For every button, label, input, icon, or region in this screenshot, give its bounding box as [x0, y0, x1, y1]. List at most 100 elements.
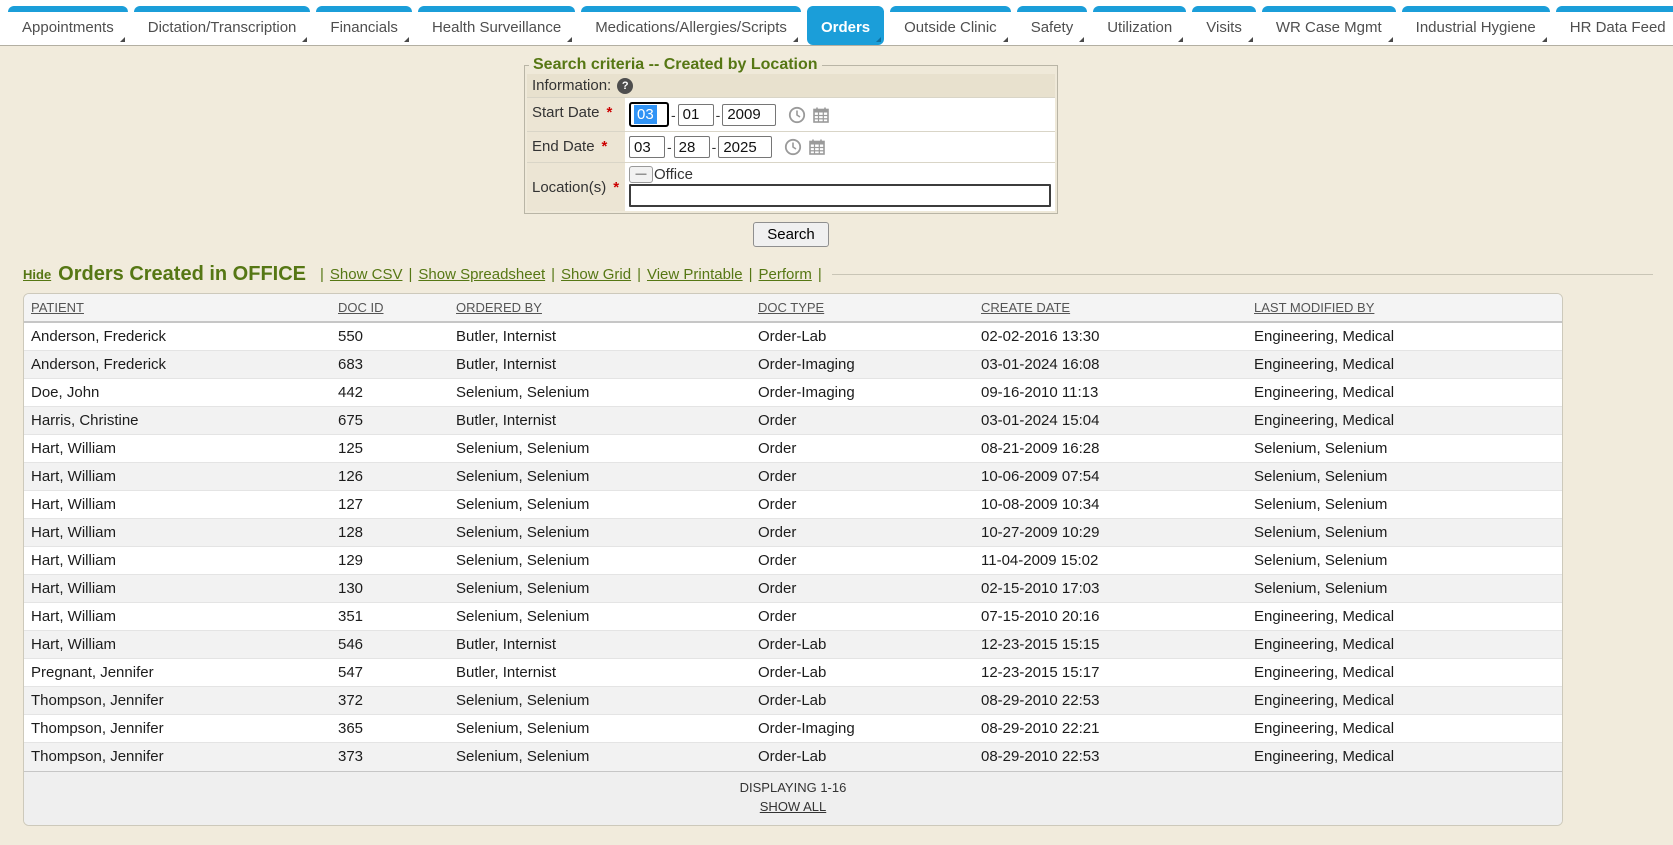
tab-appointments[interactable]: Appointments: [8, 6, 128, 45]
show-grid-link[interactable]: Show Grid: [561, 266, 631, 283]
start-date-label-cell: Start Date *: [527, 98, 625, 131]
perform-link[interactable]: Perform: [759, 266, 812, 283]
table-cell: Order-Imaging: [751, 351, 974, 379]
column-header-patient[interactable]: PATIENT: [24, 294, 331, 322]
column-header-label: ORDERED BY: [456, 300, 542, 315]
tab-dictation-transcription[interactable]: Dictation/Transcription: [134, 6, 311, 45]
table-row[interactable]: Thompson, Jennifer372Selenium, SeleniumO…: [24, 687, 1562, 715]
table-row[interactable]: Hart, William351Selenium, SeleniumOrder0…: [24, 603, 1562, 631]
table-row[interactable]: Hart, William130Selenium, SeleniumOrder0…: [24, 575, 1562, 603]
search-button[interactable]: Search: [753, 222, 829, 247]
show-spreadsheet-link[interactable]: Show Spreadsheet: [418, 266, 545, 283]
start-date-day-input[interactable]: [678, 104, 714, 126]
column-header-ordered-by[interactable]: ORDERED BY: [449, 294, 751, 322]
table-cell: Order: [751, 547, 974, 575]
information-row: Information: ?: [527, 74, 1055, 97]
table-cell: Selenium, Selenium: [1247, 491, 1562, 519]
column-header-label: DOC ID: [338, 300, 384, 315]
tab-outside-clinic[interactable]: Outside Clinic: [890, 6, 1011, 45]
remove-location-button[interactable]: —: [629, 166, 653, 183]
clock-icon[interactable]: [784, 138, 802, 156]
date-separator: -: [712, 139, 717, 155]
tab-label: Orders: [821, 19, 870, 36]
table-cell: 11-04-2009 15:02: [974, 547, 1247, 575]
table-cell: 12-23-2015 15:15: [974, 631, 1247, 659]
tab-financials[interactable]: Financials: [316, 6, 412, 45]
tab-label: WR Case Mgmt: [1276, 19, 1382, 36]
table-row[interactable]: Doe, John442Selenium, SeleniumOrder-Imag…: [24, 379, 1562, 407]
location-search-input[interactable]: [629, 184, 1051, 207]
hide-link[interactable]: Hide: [23, 267, 51, 282]
tab-visits[interactable]: Visits: [1192, 6, 1256, 45]
tab-menu-indicator-icon: [302, 37, 307, 42]
table-row[interactable]: Hart, William128Selenium, SeleniumOrder1…: [24, 519, 1562, 547]
end-date-year-input[interactable]: [718, 136, 772, 158]
calendar-icon[interactable]: [812, 106, 830, 124]
table-row[interactable]: Hart, William125Selenium, SeleniumOrder0…: [24, 435, 1562, 463]
tab-industrial-hygiene[interactable]: Industrial Hygiene: [1402, 6, 1550, 45]
tab-health-surveillance[interactable]: Health Surveillance: [418, 6, 575, 45]
tab-safety[interactable]: Safety: [1017, 6, 1088, 45]
table-cell: Harris, Christine: [24, 407, 331, 435]
table-cell: Selenium, Selenium: [449, 603, 751, 631]
table-cell: Thompson, Jennifer: [24, 743, 331, 771]
results-title: Orders Created in OFFICE: [58, 263, 306, 286]
information-label: Information:: [532, 77, 611, 94]
table-cell: Order-Imaging: [751, 379, 974, 407]
tab-orders[interactable]: Orders: [807, 6, 884, 45]
table-cell: Anderson, Frederick: [24, 322, 331, 351]
tab-medications-allergies-scripts[interactable]: Medications/Allergies/Scripts: [581, 6, 801, 45]
table-cell: Hart, William: [24, 547, 331, 575]
calendar-icon[interactable]: [808, 138, 826, 156]
clock-icon[interactable]: [788, 106, 806, 124]
table-cell: Selenium, Selenium: [449, 519, 751, 547]
table-cell: Engineering, Medical: [1247, 687, 1562, 715]
column-header-last-modified-by[interactable]: LAST MODIFIED BY: [1247, 294, 1562, 322]
column-header-doc-id[interactable]: DOC ID: [331, 294, 449, 322]
tab-wr-case-mgmt[interactable]: WR Case Mgmt: [1262, 6, 1396, 45]
table-cell: Hart, William: [24, 631, 331, 659]
column-header-create-date[interactable]: CREATE DATE: [974, 294, 1247, 322]
table-row[interactable]: Pregnant, Jennifer547Butler, InternistOr…: [24, 659, 1562, 687]
table-row[interactable]: Harris, Christine675Butler, InternistOrd…: [24, 407, 1562, 435]
start-date-month-input[interactable]: 03: [629, 102, 669, 127]
search-criteria-panel: Search criteria -- Created by Location I…: [524, 56, 1058, 214]
table-row[interactable]: Hart, William129Selenium, SeleniumOrder1…: [24, 547, 1562, 575]
show-csv-link[interactable]: Show CSV: [330, 266, 403, 283]
view-printable-link[interactable]: View Printable: [647, 266, 743, 283]
tab-utilization[interactable]: Utilization: [1093, 6, 1186, 45]
end-date-day-input[interactable]: [674, 136, 710, 158]
table-row[interactable]: Thompson, Jennifer365Selenium, SeleniumO…: [24, 715, 1562, 743]
start-date-year-input[interactable]: [722, 104, 776, 126]
help-icon[interactable]: ?: [617, 78, 633, 94]
table-row[interactable]: Anderson, Frederick683Butler, InternistO…: [24, 351, 1562, 379]
tab-hr-data-feed[interactable]: HR Data Feed↗: [1556, 6, 1673, 45]
tab-menu-indicator-icon: [404, 37, 409, 42]
end-date-row: End Date * - -: [527, 131, 1055, 162]
tab-label: HR Data Feed: [1570, 19, 1666, 36]
table-row[interactable]: Hart, William126Selenium, SeleniumOrder1…: [24, 463, 1562, 491]
table-cell: Thompson, Jennifer: [24, 715, 331, 743]
date-separator: -: [667, 139, 672, 155]
end-date-month-input[interactable]: [629, 136, 665, 158]
date-separator: -: [671, 107, 676, 123]
tab-label: Financials: [330, 19, 398, 36]
table-row[interactable]: Hart, William546Butler, InternistOrder-L…: [24, 631, 1562, 659]
table-cell: 12-23-2015 15:17: [974, 659, 1247, 687]
orders-table-head-row: PATIENT DOC ID ORDERED BY DOC TYPECREATE DA…: [24, 294, 1562, 322]
table-row[interactable]: Anderson, Frederick550Butler, InternistO…: [24, 322, 1562, 351]
tab-menu-indicator-icon: [1003, 37, 1008, 42]
table-row[interactable]: Thompson, Jennifer373Selenium, SeleniumO…: [24, 743, 1562, 771]
tab-bar: AppointmentsDictation/Transcription Finan…: [0, 0, 1673, 46]
required-marker: *: [607, 104, 613, 121]
table-cell: Engineering, Medical: [1247, 631, 1562, 659]
table-cell: 372: [331, 687, 449, 715]
show-all-link[interactable]: SHOW ALL: [760, 799, 826, 814]
table-cell: Hart, William: [24, 491, 331, 519]
results-actions: |Show CSV|Show Spreadsheet|Show Grid|Vie…: [314, 266, 828, 284]
header-divider-line: [832, 274, 1653, 275]
table-cell: Order-Lab: [751, 687, 974, 715]
table-cell: Hart, William: [24, 463, 331, 491]
column-header-doc-type[interactable]: DOC TYPE: [751, 294, 974, 322]
table-row[interactable]: Hart, William127Selenium, SeleniumOrder1…: [24, 491, 1562, 519]
